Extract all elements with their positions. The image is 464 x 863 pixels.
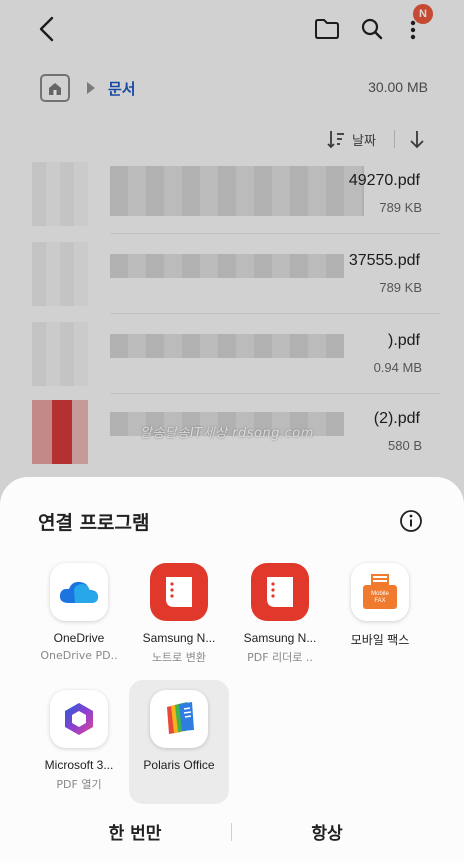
onedrive-icon <box>50 563 108 621</box>
app-samsung-notes-convert[interactable]: Samsung N... 노트로 변환 <box>129 555 229 679</box>
file-manager-screen: N 문서 30.00 MB 날짜 49270.pdf 789 KB 37555.… <box>0 0 464 863</box>
just-once-button[interactable]: 한 번만 <box>90 819 180 845</box>
app-subtitle: PDF 열기 <box>56 778 102 791</box>
app-name: Microsoft 3... <box>44 758 114 772</box>
polaris-office-icon <box>150 690 208 748</box>
app-subtitle: OneDrive PD.. <box>40 649 118 662</box>
app-name: 모바일 팩스 <box>350 633 410 647</box>
app-subtitle: 노트로 변환 <box>151 651 207 664</box>
app-onedrive[interactable]: OneDrive OneDrive PD.. <box>29 555 129 679</box>
samsung-notes-icon <box>251 563 309 621</box>
fax-icon-text-line2: FAX <box>374 598 385 604</box>
app-microsoft-365[interactable]: Microsoft 3... PDF 열기 <box>29 682 129 806</box>
open-with-sheet: 연결 프로그램 OneDrive OneDrive PD.. Samsung N… <box>0 477 464 863</box>
samsung-notes-icon <box>150 563 208 621</box>
always-button[interactable]: 항상 <box>282 819 372 845</box>
info-icon[interactable] <box>398 508 424 534</box>
app-name: Polaris Office <box>143 758 215 772</box>
button-divider <box>231 823 232 841</box>
fax-icon: Mobile FAX <box>351 563 409 621</box>
app-mobile-fax[interactable]: Mobile FAX 모바일 팩스 <box>330 555 430 679</box>
app-name: OneDrive <box>53 631 105 645</box>
app-name: Samsung N... <box>142 631 216 645</box>
app-samsung-notes-pdf[interactable]: Samsung N... PDF 리더로 .. <box>230 555 330 679</box>
app-polaris-office[interactable]: Polaris Office <box>129 680 229 804</box>
microsoft-365-icon <box>50 690 108 748</box>
app-subtitle: PDF 리더로 .. <box>247 651 313 664</box>
fax-icon-text-line1: Mobile <box>371 591 389 597</box>
app-name: Samsung N... <box>243 631 317 645</box>
sheet-title: 연결 프로그램 <box>38 512 150 534</box>
